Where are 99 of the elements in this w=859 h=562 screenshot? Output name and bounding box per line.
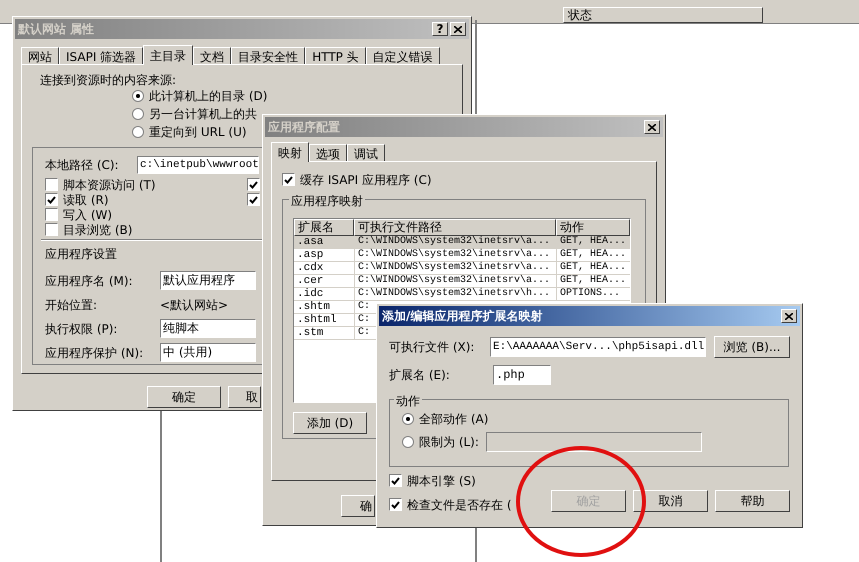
tab[interactable]: 映射 — [271, 142, 309, 162]
dialog-button[interactable]: 帮助 — [715, 490, 790, 512]
checkbox[interactable] — [45, 193, 58, 206]
radio-label: 此计算机上的目录 (D) — [149, 88, 268, 105]
input-field[interactable]: E:\AAAAAAA\Serv...\php5isapi.dll — [490, 337, 706, 357]
add-button[interactable]: 添加 (D) — [293, 412, 367, 434]
checkbox[interactable] — [247, 178, 260, 191]
field-value: <默认网站> — [160, 296, 228, 314]
radio-button[interactable] — [402, 413, 414, 425]
input-field[interactable]: 默认应用程序 — [160, 271, 256, 290]
checkbox[interactable] — [389, 474, 402, 487]
table-cell-text: .shtm — [296, 301, 332, 313]
table-cell-text: .asa — [296, 236, 324, 248]
close-icon — [454, 26, 462, 32]
check-icon — [391, 500, 400, 508]
browse-button[interactable]: 浏览 (B)... — [714, 336, 790, 358]
close-icon — [648, 124, 656, 130]
radio-button[interactable] — [132, 90, 144, 102]
close-icon — [785, 312, 793, 320]
table-cell: C:\WINDOWS\system32\inetsrv\a... — [354, 249, 556, 261]
checkbox-label: 读取 (R) — [63, 192, 109, 208]
input-field[interactable]: 中 (共用) — [160, 343, 256, 362]
table-cell: C:\WINDOWS\system32\inetsrv\a... — [354, 236, 556, 248]
radio-button[interactable] — [132, 126, 144, 138]
table-cell: C:\WINDOWS\system32\inetsrv\a... — [354, 275, 556, 287]
checkbox[interactable] — [45, 178, 58, 191]
tab[interactable]: 选项 — [309, 144, 347, 161]
tab[interactable]: 目录安全性 — [231, 47, 306, 64]
column-header[interactable]: 可执行文件路径 — [354, 219, 556, 236]
input-field[interactable]: .php — [493, 365, 551, 385]
tab[interactable]: 文档 — [193, 47, 232, 64]
field-label: 可执行文件 (X): — [389, 339, 476, 356]
help-button[interactable]: ? — [432, 22, 448, 36]
radio-label: 另一台计算机上的共 — [149, 106, 257, 123]
list-row[interactable]: .idc C:\WINDOWS\system32\inetsrv\h... OPTIONS... — [294, 288, 630, 301]
input-field[interactable]: c:\inetpub\wwwroot — [137, 156, 259, 174]
table-cell-text: .idc — [296, 288, 324, 300]
checkbox-label: 脚本引擎 (S) — [407, 472, 476, 490]
table-cell-text: .shtml — [296, 314, 338, 326]
checkbox[interactable] — [247, 193, 260, 206]
radio-label: 限制为 (L): — [419, 434, 479, 451]
section-heading: 应用程序设置 — [45, 247, 117, 261]
checkbox[interactable] — [45, 223, 58, 236]
tab[interactable]: ISAPI 筛选器 — [59, 47, 144, 64]
field-label: 本地路径 (C): — [45, 157, 120, 174]
list-row[interactable]: .cer C:\WINDOWS\system32\inetsrv\a... GET, HEA... — [294, 275, 630, 288]
table-cell: GET, HEA... — [556, 236, 630, 248]
table-cell-text: .cer — [296, 275, 324, 287]
radio-button[interactable] — [132, 108, 144, 120]
dialog-button[interactable]: 确 — [341, 495, 375, 517]
tab[interactable]: 主目录 — [143, 45, 194, 65]
input-field[interactable]: 纯脚本 — [160, 319, 256, 338]
field-label: 应用程序保护 (N): — [45, 344, 144, 362]
checkbox-label: 写入 (W) — [63, 206, 112, 224]
checkbox[interactable] — [282, 173, 295, 186]
table-cell: C:\WINDOWS\system32\inetsrv\a... — [354, 262, 556, 274]
list-row[interactable]: .asp C:\WINDOWS\system32\inetsrv\a... GET, HEA... — [294, 249, 630, 262]
checkbox-label: 脚本资源访问 (T) — [63, 176, 156, 194]
checkbox-label: 检查文件是否存在 ( — [407, 496, 512, 514]
column-header[interactable]: 动作 — [556, 219, 630, 236]
dialog-button[interactable]: 取消 — [633, 490, 708, 512]
table-cell: GET, HEA... — [556, 262, 630, 274]
close-button[interactable] — [781, 309, 797, 323]
field-label: 扩展名 (E): — [389, 367, 451, 384]
checkbox[interactable] — [45, 208, 58, 221]
table-cell: C:\WINDOWS\system32\inetsrv\h... — [354, 288, 556, 300]
table-cell-text: .stm — [296, 327, 324, 339]
source-label: 连接到资源时的内容来源: — [40, 72, 178, 89]
tab[interactable]: HTTP 头 — [305, 47, 366, 64]
field-label: 应用程序名 (M): — [45, 272, 134, 290]
close-button[interactable] — [450, 22, 466, 36]
tab[interactable]: 调试 — [347, 144, 385, 161]
field-label: 执行权限 (P): — [45, 320, 118, 338]
table-cell-text: .cdx — [296, 262, 324, 274]
radio-label: 全部动作 (A) — [419, 411, 488, 428]
tab[interactable]: 网站 — [21, 47, 59, 64]
close-button[interactable] — [644, 120, 660, 134]
window-title: 默认网站 属性 — [18, 21, 94, 38]
list-row[interactable]: .cdx C:\WINDOWS\system32\inetsrv\a... GET, HEA... — [294, 262, 630, 275]
tab[interactable]: 自定义错误 — [366, 47, 440, 64]
window-title: 应用程序配置 — [268, 119, 340, 136]
check-icon — [47, 196, 56, 204]
list-row[interactable]: .asa C:\WINDOWS\system32\inetsrv\a... GET, HEA... — [294, 236, 630, 249]
dialog-button[interactable]: 取 — [228, 386, 261, 408]
field-label: 开始位置: — [45, 296, 98, 314]
table-cell: OPTIONS... — [556, 288, 630, 300]
check-icon — [284, 176, 293, 184]
table-cell: GET, HEA... — [556, 249, 630, 261]
checkbox-label: 缓存 ISAPI 应用程序 (C) — [300, 172, 432, 188]
checkbox[interactable] — [389, 498, 402, 511]
check-icon — [391, 476, 400, 484]
checkbox-label: 目录浏览 (B) — [63, 222, 132, 238]
radio-label: 重定向到 URL (U) — [149, 124, 247, 141]
column-header[interactable]: 状态 — [563, 7, 763, 23]
table-cell-text: .asp — [296, 249, 324, 261]
dialog-button[interactable]: 确定 — [147, 386, 221, 408]
radio-button[interactable] — [402, 436, 414, 448]
table-cell: GET, HEA... — [556, 275, 630, 287]
column-header[interactable]: 扩展名 — [294, 219, 354, 236]
